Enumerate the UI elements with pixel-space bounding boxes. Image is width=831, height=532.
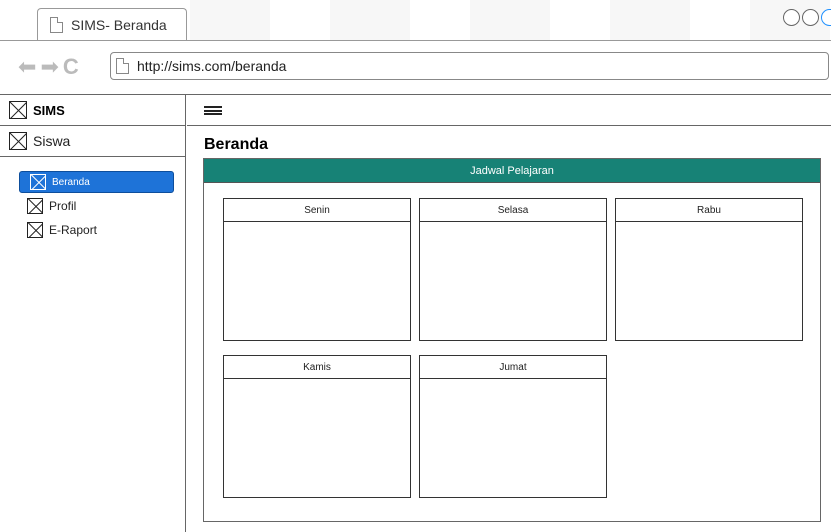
forward-arrow-icon[interactable]: ➡ (40, 54, 58, 80)
day-card-title: Rabu (616, 199, 802, 222)
day-card-selasa: Selasa (419, 198, 607, 341)
navigation-buttons: ⬅ ➡ C (18, 54, 79, 80)
brand-name: SIMS (33, 102, 65, 118)
sidebar-item-beranda[interactable]: Beranda (19, 171, 174, 193)
page-title: Beranda (204, 136, 269, 153)
url-text: http://sims.com/beranda (137, 58, 287, 74)
browser-tab-strip: SIMS- Beranda (0, 0, 831, 40)
sidebar-item-label: E-Raport (49, 223, 98, 237)
day-card-title: Senin (224, 199, 410, 222)
window-button-icon[interactable] (783, 9, 800, 26)
browser-tab[interactable]: SIMS- Beranda (37, 8, 187, 40)
logo-placeholder-icon (9, 101, 27, 119)
window-controls (783, 9, 831, 26)
hamburger-menu-icon[interactable] (204, 106, 222, 115)
tab-strip-background (190, 0, 831, 40)
window-button-icon[interactable] (802, 9, 819, 26)
day-card-title: Kamis (224, 356, 410, 379)
reload-icon[interactable]: C (63, 54, 79, 80)
page-icon (116, 58, 129, 74)
sidebar-item-label: Beranda (52, 176, 90, 188)
document-icon (50, 16, 63, 33)
sidebar-item-profil[interactable]: Profil (19, 195, 174, 217)
day-card-senin: Senin (223, 198, 411, 341)
back-arrow-icon[interactable]: ⬅ (18, 54, 36, 80)
tab-title: SIMS- Beranda (71, 16, 167, 33)
day-card-jumat: Jumat (419, 355, 607, 498)
address-bar-area: ⬅ ➡ C http://sims.com/beranda (0, 41, 831, 95)
user-role: Siswa (33, 133, 71, 149)
sidebar-user: Siswa (0, 126, 185, 157)
sidebar-menu: Beranda Profil E-Raport (0, 157, 185, 241)
report-placeholder-icon (27, 222, 43, 238)
sidebar: SIMS Siswa Beranda Profil E-Raport (0, 95, 186, 532)
panel-header: Jadwal Pelajaran (204, 159, 820, 183)
top-bar (187, 95, 831, 126)
url-input[interactable]: http://sims.com/beranda (110, 52, 829, 80)
home-placeholder-icon (30, 174, 46, 190)
window-button-icon[interactable] (821, 9, 831, 26)
day-card-title: Jumat (420, 356, 606, 379)
schedule-panel: Jadwal Pelajaran Senin Selasa Rabu Kamis… (203, 158, 821, 522)
day-card-title: Selasa (420, 199, 606, 222)
sidebar-item-e-raport[interactable]: E-Raport (19, 219, 174, 241)
day-card-kamis: Kamis (223, 355, 411, 498)
profile-placeholder-icon (27, 198, 43, 214)
sidebar-item-label: Profil (49, 199, 77, 213)
avatar-placeholder-icon (9, 132, 27, 150)
sidebar-brand: SIMS (0, 95, 185, 126)
day-card-rabu: Rabu (615, 198, 803, 341)
